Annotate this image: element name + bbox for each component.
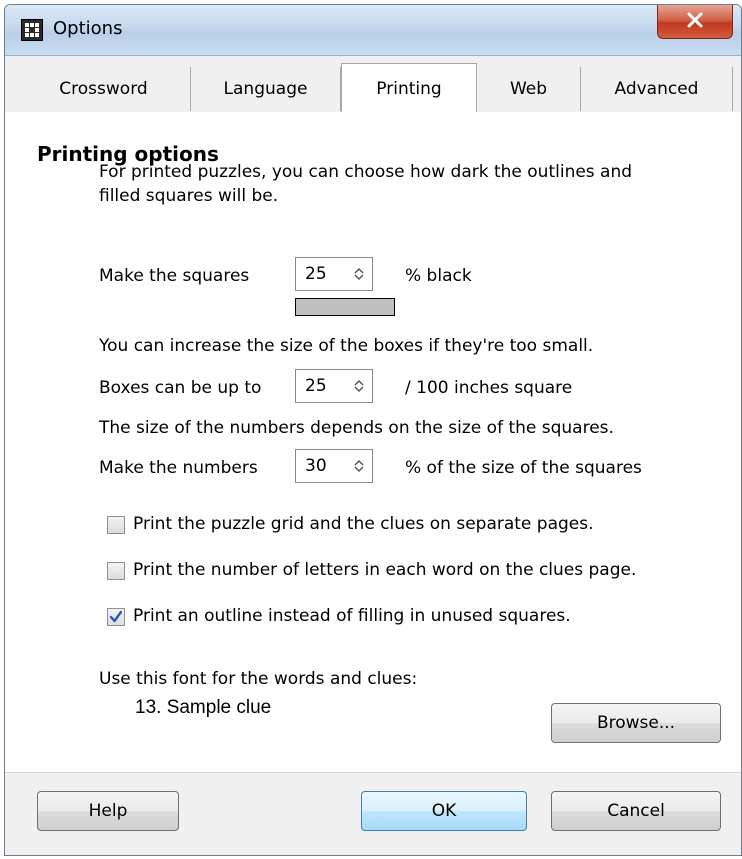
tab-strip: Crossword Language Printing Web Advanced [17, 63, 733, 113]
printing-panel: Printing options For printed puzzles, yo… [5, 112, 741, 772]
darkness-preview-swatch [295, 298, 395, 316]
browse-button[interactable]: Browse... [551, 703, 721, 743]
boxes-value[interactable]: 25 [305, 376, 327, 396]
squares-label: Make the squares [99, 266, 250, 286]
boxes-label: Boxes can be up to [99, 378, 262, 398]
letter-count-checkbox[interactable] [107, 562, 125, 580]
title-bar[interactable]: Options [5, 5, 741, 56]
letter-count-label[interactable]: Print the number of letters in each word… [133, 560, 636, 580]
squares-spin-arrows[interactable] [346, 258, 372, 290]
footer-divider [5, 772, 741, 773]
tab-printing[interactable]: Printing [341, 63, 477, 113]
tab-web[interactable]: Web [477, 67, 581, 111]
chevron-up-icon[interactable] [354, 379, 364, 386]
checkmark-icon [109, 610, 123, 623]
box-size-note: You can increase the size of the boxes i… [99, 336, 594, 356]
intro-line-1: For printed puzzles, you can choose how … [99, 162, 633, 182]
window-title: Options [53, 18, 123, 39]
chevron-up-icon[interactable] [354, 267, 364, 274]
tab-advanced[interactable]: Advanced [581, 67, 733, 111]
boxes-spin-arrows[interactable] [346, 370, 372, 402]
tab-crossword[interactable]: Crossword [17, 67, 191, 111]
squares-spinner[interactable]: 25 [295, 257, 373, 291]
numbers-spinner[interactable]: 30 [295, 449, 373, 483]
options-dialog: Options Crossword Language Printing Web … [4, 4, 742, 856]
chevron-down-icon[interactable] [354, 466, 364, 473]
separate-pages-checkbox[interactable] [107, 516, 125, 534]
separate-pages-label[interactable]: Print the puzzle grid and the clues on s… [133, 514, 594, 534]
numbers-label: Make the numbers [99, 458, 258, 478]
outline-unused-label[interactable]: Print an outline instead of filling in u… [133, 606, 571, 626]
outline-unused-checkbox[interactable] [107, 608, 125, 626]
boxes-spinner[interactable]: 25 [295, 369, 373, 403]
numbers-suffix: % of the size of the squares [405, 458, 642, 478]
intro-line-2: filled squares will be. [99, 186, 279, 206]
close-button[interactable] [657, 5, 733, 39]
ok-button[interactable]: OK [361, 791, 527, 831]
numbers-spin-arrows[interactable] [346, 450, 372, 482]
numbers-size-note: The size of the numbers depends on the s… [99, 418, 614, 438]
intro-text: For printed puzzles, you can choose how … [99, 160, 719, 208]
numbers-value[interactable]: 30 [305, 456, 327, 476]
close-x-icon [687, 12, 703, 28]
squares-value[interactable]: 25 [305, 264, 327, 284]
chevron-down-icon[interactable] [354, 274, 364, 281]
cancel-button[interactable]: Cancel [551, 791, 721, 831]
chevron-up-icon[interactable] [354, 459, 364, 466]
chevron-down-icon[interactable] [354, 386, 364, 393]
font-sample: 13. Sample clue [135, 697, 272, 718]
help-button[interactable]: Help [37, 791, 179, 831]
font-label: Use this font for the words and clues: [99, 669, 418, 689]
tab-language[interactable]: Language [191, 67, 341, 111]
crossword-grid-icon [21, 19, 43, 41]
squares-suffix: % black [405, 266, 472, 286]
boxes-suffix: / 100 inches square [405, 378, 573, 398]
